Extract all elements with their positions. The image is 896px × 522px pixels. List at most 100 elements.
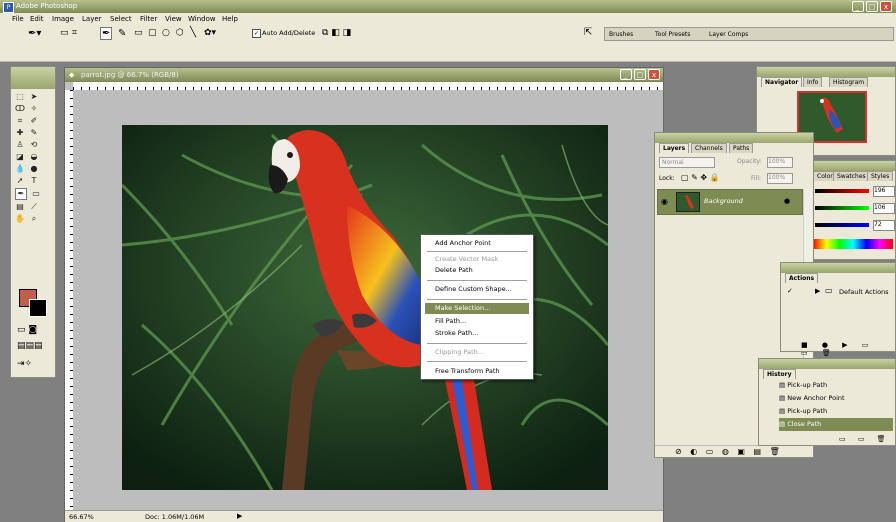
- zoom-tool-icon[interactable]: ⌕: [29, 214, 39, 224]
- menu-image[interactable]: Image: [52, 15, 74, 23]
- close-icon[interactable]: x: [880, 1, 892, 12]
- green-value[interactable]: 106: [873, 203, 895, 214]
- pen-tool-preset-icon[interactable]: ✒▾: [28, 28, 41, 39]
- tab-info[interactable]: Info: [803, 77, 823, 87]
- doc-minimize-icon[interactable]: _: [619, 69, 632, 80]
- menu-fill-path[interactable]: Fill Path...: [425, 316, 529, 327]
- tab-history[interactable]: History: [763, 369, 796, 379]
- lasso-tool-icon[interactable]: ↀ: [15, 104, 25, 114]
- menu-edit[interactable]: Edit: [30, 15, 44, 23]
- shape-tool-icon[interactable]: ▭: [31, 189, 41, 199]
- tab-paths[interactable]: Paths: [729, 143, 754, 153]
- menu-stroke-path[interactable]: Stroke Path...: [425, 328, 529, 339]
- marquee-tool-icon[interactable]: ⬚: [15, 92, 25, 102]
- menu-view[interactable]: View: [165, 15, 182, 23]
- green-slider[interactable]: [815, 206, 869, 210]
- notes-tool-icon[interactable]: ▤: [15, 202, 25, 212]
- status-arrow-icon[interactable]: ▶: [237, 512, 242, 520]
- quick-mask-icon[interactable]: ▭ ◙: [17, 325, 37, 335]
- red-slider[interactable]: [815, 189, 869, 193]
- tab-histogram[interactable]: Histogram: [829, 77, 869, 87]
- path-selection-icon[interactable]: ➚: [15, 176, 25, 186]
- menu-help[interactable]: Help: [222, 15, 238, 23]
- visibility-eye-icon[interactable]: ◉: [661, 197, 668, 206]
- action-expand-icon[interactable]: ▶: [815, 287, 820, 295]
- path-area-icons[interactable]: ⧉ ◧ ◨: [322, 28, 351, 38]
- doc-maximize-icon[interactable]: □: [633, 69, 646, 80]
- stamp-tool-icon[interactable]: ♙: [15, 140, 25, 150]
- well-tab-layer-comps[interactable]: Layer Comps: [709, 31, 748, 38]
- freeform-pen-icon[interactable]: ✎: [118, 28, 126, 39]
- blue-value[interactable]: 72: [873, 220, 895, 231]
- menu-make-selection[interactable]: Make Selection...: [425, 303, 529, 314]
- healing-brush-icon[interactable]: ✚: [15, 128, 25, 138]
- menu-filter[interactable]: Filter: [140, 15, 157, 23]
- doc-close-icon[interactable]: x: [648, 69, 660, 80]
- tab-styles[interactable]: Styles: [867, 171, 894, 181]
- slice-tool-icon[interactable]: ✐: [29, 116, 39, 126]
- layer-row-background[interactable]: ◉ Background ●: [657, 189, 803, 215]
- dodge-tool-icon[interactable]: ●: [29, 164, 39, 174]
- tab-channels[interactable]: Channels: [691, 143, 727, 153]
- move-tool-icon[interactable]: ➤: [29, 92, 39, 102]
- minimize-icon[interactable]: _: [851, 1, 864, 12]
- tab-layers[interactable]: Layers: [659, 143, 690, 153]
- auto-add-delete-checkbox[interactable]: ✓: [252, 29, 261, 38]
- maximize-icon[interactable]: □: [865, 1, 878, 12]
- shape-layers-icon[interactable]: ▭: [60, 28, 69, 38]
- tab-swatches[interactable]: Swatches: [833, 171, 870, 181]
- paths-icon[interactable]: ⌗: [72, 28, 77, 38]
- magic-wand-icon[interactable]: ✧: [29, 104, 39, 114]
- action-check-icon[interactable]: ✓: [787, 287, 793, 295]
- history-brush-icon[interactable]: ⟲: [29, 140, 39, 150]
- actions-footer-icons[interactable]: ■ ● ▶ ▭ ▭ 🗑: [801, 341, 895, 357]
- color-ramp[interactable]: [813, 239, 893, 249]
- eyedropper-icon[interactable]: ⟋: [29, 202, 39, 212]
- rectangle-icon[interactable]: ▭: [134, 28, 143, 38]
- fill-value[interactable]: 100%: [767, 173, 793, 184]
- history-item-close-path[interactable]: ▤ Close Path: [779, 418, 893, 431]
- bucket-tool-icon[interactable]: ◒: [29, 152, 39, 162]
- red-value[interactable]: 196: [873, 186, 895, 197]
- blue-slider[interactable]: [815, 223, 869, 227]
- brush-tool-icon[interactable]: ✎: [29, 128, 39, 138]
- line-icon[interactable]: ╲: [190, 27, 196, 38]
- jump-to-imageready-icon[interactable]: ⇥✧: [17, 359, 32, 369]
- menu-window[interactable]: Window: [188, 15, 216, 23]
- menu-add-anchor-point[interactable]: Add Anchor Point: [425, 238, 529, 249]
- blur-tool-icon[interactable]: 💧: [15, 164, 25, 174]
- pen-icon[interactable]: ✒: [100, 27, 113, 40]
- pen-tool-icon[interactable]: ✒: [15, 188, 27, 200]
- menu-define-custom-shape[interactable]: Define Custom Shape...: [425, 284, 529, 295]
- history-item-pickup-path-1[interactable]: ▤ Pick-up Path: [779, 379, 893, 392]
- zoom-level[interactable]: 66.67%: [69, 513, 94, 521]
- opacity-value[interactable]: 100%: [767, 157, 793, 168]
- blend-mode-select[interactable]: Normal: [659, 157, 715, 168]
- parrot-image[interactable]: [122, 125, 608, 490]
- action-set-name[interactable]: Default Actions: [839, 288, 889, 296]
- history-item-new-anchor-point[interactable]: ▤ New Anchor Point: [779, 392, 893, 405]
- menu-free-transform-path[interactable]: Free Transform Path: [425, 366, 529, 377]
- menu-layer[interactable]: Layer: [82, 15, 102, 23]
- menu-file[interactable]: File: [12, 15, 24, 23]
- screen-mode-icon[interactable]: ▤▤▤: [17, 341, 43, 351]
- well-tab-tool-presets[interactable]: Tool Presets: [655, 31, 690, 38]
- crop-tool-icon[interactable]: ⌗: [15, 116, 25, 126]
- history-footer-icons[interactable]: ▭ ▭ 🗑: [839, 435, 891, 443]
- well-tab-brushes[interactable]: Brushes: [609, 31, 633, 38]
- custom-shape-icon[interactable]: ✿▾: [204, 28, 216, 38]
- polygon-icon[interactable]: ⬡: [176, 28, 184, 38]
- layers-footer-icons[interactable]: ⊘ ◐ ▭ ◍ ▣ ▤ 🗑: [675, 447, 783, 456]
- lock-icons[interactable]: ▢ ✎ ✥ 🔒: [681, 173, 720, 182]
- background-color-swatch[interactable]: [29, 299, 47, 317]
- type-tool-icon[interactable]: T: [29, 176, 39, 186]
- tab-navigator[interactable]: Navigator: [761, 77, 803, 87]
- ellipse-icon[interactable]: ○: [162, 28, 170, 38]
- menu-select[interactable]: Select: [110, 15, 132, 23]
- tab-actions[interactable]: Actions: [785, 273, 819, 283]
- rounded-rectangle-icon[interactable]: ▢: [148, 28, 157, 38]
- hand-tool-icon[interactable]: ✋: [15, 214, 25, 224]
- eraser-tool-icon[interactable]: ◪: [15, 152, 25, 162]
- layer-name[interactable]: Background: [704, 197, 743, 205]
- history-item-pickup-path-2[interactable]: ▤ Pick-up Path: [779, 405, 893, 418]
